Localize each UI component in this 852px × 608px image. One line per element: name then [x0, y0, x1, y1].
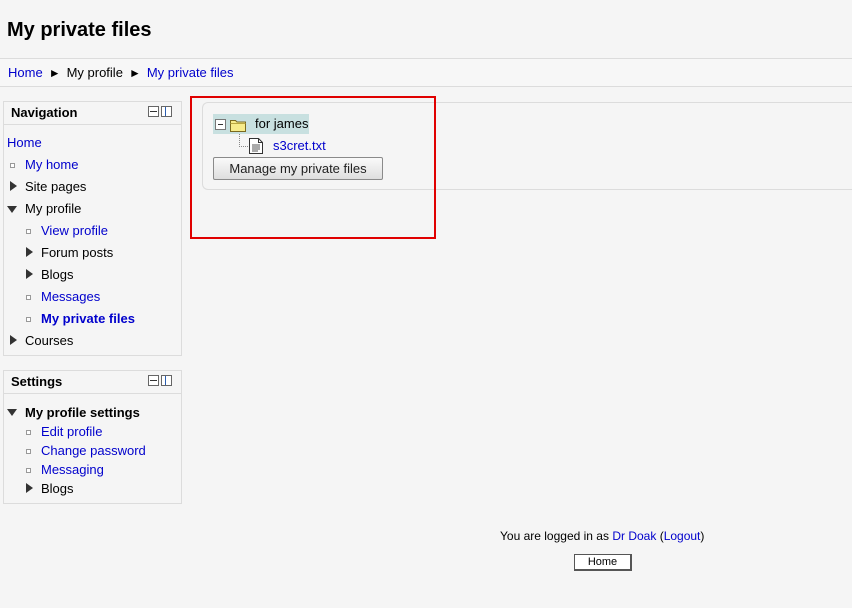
nav-item-my-private-files-link[interactable]: My private files — [41, 311, 135, 326]
footer-home-button[interactable]: Home — [574, 554, 632, 571]
settings-item-messaging-link[interactable]: Messaging — [41, 462, 104, 477]
block-minimize-icon[interactable] — [148, 106, 159, 117]
settings-block-header: Settings — [4, 371, 181, 394]
nav-item-courses-label: Courses — [25, 333, 74, 348]
settings-item-edit-profile-link[interactable]: Edit profile — [41, 424, 102, 439]
settings-item-blogs-label: Blogs — [41, 481, 74, 496]
login-info-prefix: You are logged in as — [500, 529, 609, 543]
navigation-block-title: Navigation — [11, 105, 78, 120]
breadcrumb-separator-icon: ► — [128, 66, 141, 80]
settings-item-blogs[interactable]: Blogs — [41, 478, 74, 500]
paren-close: ) — [700, 529, 705, 543]
breadcrumb: Home ► My profile ► My private files — [8, 65, 234, 80]
user-profile-link[interactable]: Dr Doak — [612, 529, 656, 543]
expand-triangle-icon[interactable] — [26, 483, 33, 493]
settings-item-change-password-link[interactable]: Change password — [41, 443, 146, 458]
nav-item-forum-posts-label: Forum posts — [41, 245, 114, 260]
bullet-icon — [26, 468, 31, 473]
breadcrumb-separator-icon: ► — [48, 66, 61, 80]
collapse-triangle-icon[interactable] — [7, 409, 17, 416]
logout-link[interactable]: Logout — [664, 529, 701, 543]
breadcrumb-my-private-files-link[interactable]: My private files — [147, 65, 234, 80]
nav-item-home-link[interactable]: Home — [7, 135, 42, 150]
nav-item-view-profile-link[interactable]: View profile — [41, 223, 108, 238]
settings-block-title: Settings — [11, 374, 63, 389]
expand-triangle-icon[interactable] — [10, 335, 17, 345]
bullet-icon — [26, 430, 31, 435]
nav-item-blogs[interactable]: Blogs — [41, 264, 74, 286]
nav-item-site-pages-label: Site pages — [25, 179, 87, 194]
bullet-icon — [26, 229, 31, 234]
nav-item-home[interactable]: Home — [7, 132, 42, 154]
login-info: You are logged in as Dr Doak (Logout) — [500, 529, 704, 543]
highlight-annotation-box — [190, 96, 436, 239]
block-minimize-icon[interactable] — [148, 375, 159, 386]
nav-item-messages-link[interactable]: Messages — [41, 289, 100, 304]
nav-item-my-home[interactable]: My home — [25, 154, 78, 176]
settings-item-my-profile-settings-label: My profile settings — [25, 405, 140, 420]
nav-item-view-profile[interactable]: View profile — [41, 220, 108, 242]
block-dock-icon[interactable] — [161, 375, 172, 386]
expand-triangle-icon[interactable] — [26, 269, 33, 279]
breadcrumb-home-link[interactable]: Home — [8, 65, 43, 80]
bullet-icon — [26, 317, 31, 322]
nav-item-my-home-link[interactable]: My home — [25, 157, 78, 172]
nav-item-my-profile-label: My profile — [25, 201, 82, 216]
page-title: My private files — [7, 19, 152, 41]
bullet-icon — [26, 449, 31, 454]
bullet-icon — [26, 295, 31, 300]
nav-item-forum-posts[interactable]: Forum posts — [41, 242, 113, 264]
breadcrumb-my-profile: My profile — [66, 65, 123, 80]
nav-item-blogs-label: Blogs — [41, 267, 74, 282]
nav-item-messages[interactable]: Messages — [41, 286, 100, 308]
nav-item-courses[interactable]: Courses — [25, 330, 73, 352]
block-dock-icon[interactable] — [161, 106, 172, 117]
nav-item-my-private-files[interactable]: My private files — [41, 308, 135, 330]
expand-triangle-icon[interactable] — [26, 247, 33, 257]
navigation-block-header: Navigation — [4, 102, 181, 125]
expand-triangle-icon[interactable] — [10, 181, 17, 191]
collapse-triangle-icon[interactable] — [7, 206, 17, 213]
nav-item-site-pages[interactable]: Site pages — [25, 176, 86, 198]
nav-item-my-profile[interactable]: My profile — [25, 198, 81, 220]
bullet-icon — [10, 163, 15, 168]
